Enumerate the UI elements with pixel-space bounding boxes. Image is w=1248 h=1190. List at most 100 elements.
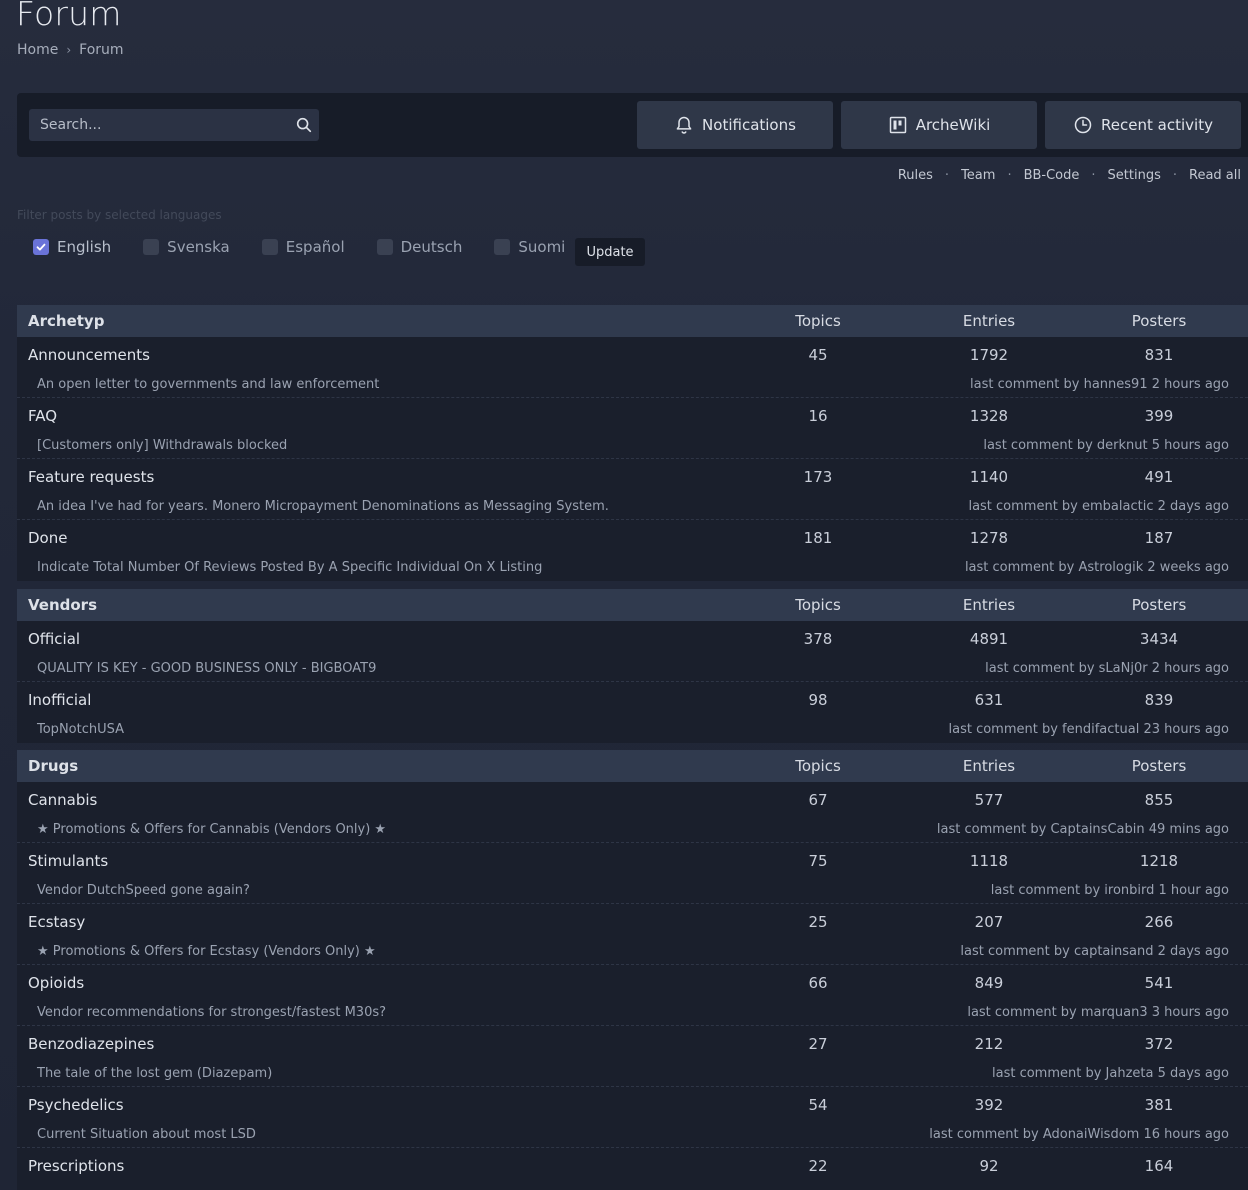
toolbar: Notifications ArcheWiki Recent activity xyxy=(17,93,1248,157)
forum-title[interactable]: Done xyxy=(28,529,67,547)
entries-count: 1278 xyxy=(969,529,1009,547)
search-icon[interactable] xyxy=(295,116,313,134)
lang-label: Suomi xyxy=(518,238,566,256)
topics-count: 181 xyxy=(803,529,833,547)
latest-topic-link[interactable]: Vendor DutchSpeed gone again? xyxy=(37,883,250,898)
forum-title[interactable]: Benzodiazepines xyxy=(28,1035,154,1053)
forum-title[interactable]: Psychedelics xyxy=(28,1096,124,1114)
posters-count: 372 xyxy=(1144,1035,1174,1053)
entries-count: 4891 xyxy=(969,630,1009,648)
latest-topic-link[interactable]: An open letter to governments and law en… xyxy=(37,377,379,392)
entries-count: 577 xyxy=(974,791,1004,809)
search-box xyxy=(29,109,319,141)
latest-topic-link[interactable]: [Customers only] Withdrawals blocked xyxy=(37,438,287,453)
forum-row: Feature requests 173 1140 491 An idea I'… xyxy=(17,459,1248,520)
board-icon xyxy=(889,116,906,134)
section-vendors: Vendors Topics Entries Posters Official … xyxy=(17,589,1248,743)
topics-count: 16 xyxy=(808,407,828,425)
latest-topic-link[interactable]: QUALITY IS KEY - GOOD BUSINESS ONLY - BI… xyxy=(37,661,376,676)
forum-title[interactable]: Official xyxy=(28,630,80,648)
recent-activity-button[interactable]: Recent activity xyxy=(1045,101,1241,149)
last-comment: last comment by ironbird 1 hour ago xyxy=(990,883,1229,898)
latest-topic-link[interactable]: TopNotchUSA xyxy=(37,722,124,737)
topics-count: 22 xyxy=(808,1157,828,1175)
col-entries: Entries xyxy=(962,312,1016,330)
separator-dot: · xyxy=(1007,168,1012,183)
link-settings[interactable]: Settings xyxy=(1108,168,1161,183)
forum-row: Done 181 1278 187 Indicate Total Number … xyxy=(17,520,1248,581)
entries-count: 1118 xyxy=(969,852,1009,870)
posters-count: 266 xyxy=(1144,913,1174,931)
lang-suomi[interactable]: Suomi xyxy=(494,238,565,256)
posters-count: 831 xyxy=(1144,346,1174,364)
topics-count: 67 xyxy=(808,791,828,809)
breadcrumb-current[interactable]: Forum xyxy=(79,42,123,58)
breadcrumb-home[interactable]: Home xyxy=(17,42,58,58)
forum-title[interactable]: Opioids xyxy=(28,974,84,992)
forum-title[interactable]: Feature requests xyxy=(28,468,154,486)
posters-count: 381 xyxy=(1144,1096,1174,1114)
section-archetyp: Archetyp Topics Entries Posters Announce… xyxy=(17,305,1248,581)
latest-topic-link[interactable]: An idea I've had for years. Monero Micro… xyxy=(37,499,609,514)
lang-label: Deutsch xyxy=(400,238,463,256)
latest-topic-link[interactable]: ★ Promotions & Offers for Ecstasy (Vendo… xyxy=(37,944,376,959)
forum-title[interactable]: Announcements xyxy=(28,346,150,364)
lang-label: English xyxy=(57,238,112,256)
last-comment: last comment by marquan3 3 hours ago xyxy=(967,1005,1229,1020)
forum-row: Benzodiazepines 27 212 372 The tale of t… xyxy=(17,1026,1248,1087)
latest-topic-link[interactable]: Indicate Total Number Of Reviews Posted … xyxy=(37,560,542,575)
col-posters: Posters xyxy=(1131,596,1187,614)
link-read-all[interactable]: Read all xyxy=(1189,168,1241,183)
checkbox-checked-icon[interactable] xyxy=(33,239,49,255)
last-comment: last comment by captainsand 2 days ago xyxy=(960,944,1229,959)
latest-topic-link[interactable]: ★ Promotions & Offers for Cannabis (Vend… xyxy=(37,822,386,837)
last-comment: last comment by AdonaiWisdom 16 hours ag… xyxy=(929,1127,1229,1142)
posters-count: 839 xyxy=(1144,691,1174,709)
forum-title[interactable]: Cannabis xyxy=(28,791,97,809)
forum-title[interactable]: Ecstasy xyxy=(28,913,85,931)
topics-count: 173 xyxy=(803,468,833,486)
checkbox-icon[interactable] xyxy=(261,239,278,255)
col-topics: Topics xyxy=(795,312,841,330)
topics-count: 27 xyxy=(808,1035,828,1053)
notifications-button[interactable]: Notifications xyxy=(637,101,833,149)
forum-title[interactable]: Prescriptions xyxy=(28,1157,124,1175)
topics-count: 98 xyxy=(808,691,828,709)
latest-topic-link[interactable]: The tale of the lost gem (Diazepam) xyxy=(37,1066,272,1081)
lang-deutsch[interactable]: Deutsch xyxy=(376,238,463,256)
topics-count: 54 xyxy=(808,1096,828,1114)
search-input[interactable] xyxy=(29,109,319,141)
col-topics: Topics xyxy=(795,596,841,614)
checkbox-icon[interactable] xyxy=(494,239,511,255)
lang-espanol[interactable]: Español xyxy=(261,238,345,256)
col-topics: Topics xyxy=(795,757,841,775)
lang-english[interactable]: English xyxy=(33,238,111,256)
update-button[interactable]: Update xyxy=(575,238,645,266)
col-posters: Posters xyxy=(1131,757,1187,775)
checkbox-icon[interactable] xyxy=(376,239,393,255)
archewiki-button[interactable]: ArcheWiki xyxy=(841,101,1037,149)
forum-links: Rules · Team · BB-Code · Settings · Read… xyxy=(898,168,1241,183)
forum-title[interactable]: Stimulants xyxy=(28,852,108,870)
forum-title[interactable]: Inofficial xyxy=(28,691,91,709)
section-title: Vendors xyxy=(28,596,98,614)
checkbox-icon[interactable] xyxy=(143,239,160,255)
forum-row: Psychedelics 54 392 381 Current Situatio… xyxy=(17,1087,1248,1148)
link-team[interactable]: Team xyxy=(961,168,995,183)
forum-row: Prescriptions 22 92 164 xyxy=(17,1148,1248,1190)
latest-topic-link[interactable]: Vendor recommendations for strongest/fas… xyxy=(37,1005,386,1020)
forum-row: Cannabis 67 577 855 ★ Promotions & Offer… xyxy=(17,782,1248,843)
posters-count: 164 xyxy=(1144,1157,1174,1175)
last-comment: last comment by hannes91 2 hours ago xyxy=(970,377,1229,392)
lang-svenska[interactable]: Svenska xyxy=(143,238,230,256)
link-bbcode[interactable]: BB-Code xyxy=(1024,168,1080,183)
topics-count: 45 xyxy=(808,346,828,364)
link-rules[interactable]: Rules xyxy=(898,168,933,183)
entries-count: 1328 xyxy=(969,407,1009,425)
forum-title[interactable]: FAQ xyxy=(28,407,57,425)
col-entries: Entries xyxy=(962,757,1016,775)
latest-topic-link[interactable]: Current Situation about most LSD xyxy=(37,1127,256,1142)
recent-activity-label: Recent activity xyxy=(1101,116,1213,134)
entries-count: 849 xyxy=(974,974,1004,992)
forum-row: FAQ 16 1328 399 [Customers only] Withdra… xyxy=(17,398,1248,459)
